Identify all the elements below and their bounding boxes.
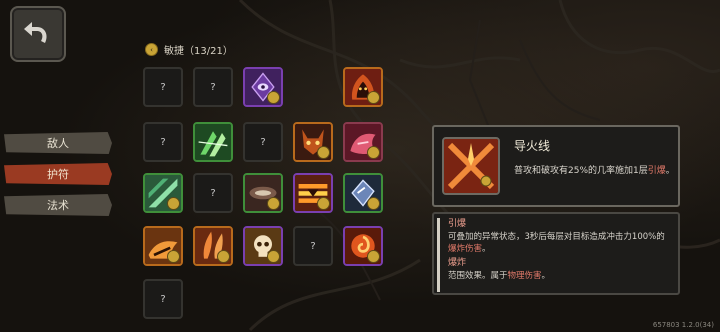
owned-badge-icon (217, 250, 230, 263)
tab-spells[interactable]: 法术 (4, 194, 112, 216)
unknown-mark: ? (210, 187, 216, 199)
charm-slot-feather[interactable] (193, 226, 233, 266)
charm-slot-red-beast[interactable] (343, 122, 383, 162)
owned-badge-icon (267, 197, 280, 210)
note-line: 可叠加的异常状态，3秒后每层对目标造成冲击力100%的 (448, 232, 665, 242)
charm-slot-unknown[interactable]: ? (243, 122, 283, 162)
keyword-notes-card: 引爆 可叠加的异常状态，3秒后每层对目标造成冲击力100%的 爆炸伤害。 爆炸 … (432, 212, 680, 295)
unknown-mark: ? (160, 81, 166, 93)
agility-icon: ‹ (145, 43, 158, 56)
charm-slot-unknown[interactable]: ? (143, 122, 183, 162)
charm-slot-purple-eye[interactable] (243, 67, 283, 107)
charm-slot-shield[interactable] (343, 173, 383, 213)
unknown-mark: ? (160, 136, 166, 148)
owned-badge-icon (167, 250, 180, 263)
tab-amulets-label: 护符 (47, 168, 69, 181)
charm-description: 普攻和破攻有25%的几率施加1层引爆。 (514, 163, 675, 176)
note-end: 。 (541, 271, 551, 281)
category-label: 敏捷（13/21） (164, 46, 233, 57)
unknown-mark: ? (210, 81, 216, 93)
note-term-detonate: 引爆 (448, 219, 467, 229)
tab-spells-label: 法术 (47, 199, 69, 212)
charm-slot-fire-demon[interactable] (343, 67, 383, 107)
owned-badge-icon (317, 197, 330, 210)
note-prefix: 范围效果。属于 (448, 271, 508, 281)
note-keyword: 物理伤害 (507, 271, 542, 281)
charm-slot-flame-stripe[interactable] (293, 173, 333, 213)
back-button[interactable] (10, 6, 66, 62)
charm-slot-unknown[interactable]: ? (293, 226, 333, 266)
owned-badge-icon (267, 250, 280, 263)
note-end: 。 (482, 244, 491, 254)
owned-badge-icon (317, 146, 330, 159)
owned-badge-icon (367, 146, 380, 159)
charm-slot-horned-mask[interactable] (293, 122, 333, 162)
owned-badge-icon (267, 91, 280, 104)
tab-enemies[interactable]: 敌人 (4, 132, 112, 154)
owned-badge-icon (367, 197, 380, 210)
charm-slot-blade[interactable] (243, 173, 283, 213)
charm-slot-green-slash[interactable] (143, 173, 183, 213)
tab-amulets[interactable]: 护符 (4, 163, 112, 185)
charm-slot-green-claw[interactable] (193, 122, 233, 162)
note-line: 爆炸伤害。 (448, 243, 670, 255)
owned-badge-icon (367, 91, 380, 104)
charm-slot-unknown[interactable]: ? (193, 173, 233, 213)
charm-title: 导火线 (514, 139, 551, 153)
desc-suffix: 。 (665, 166, 675, 176)
note-keyword: 爆炸伤害 (448, 244, 483, 254)
charm-slot-orange-beast[interactable] (143, 226, 183, 266)
green-claw-charm-icon (195, 124, 231, 160)
desc-keyword: 引爆 (647, 166, 666, 176)
charm-detail-card: 导火线 普攻和破攻有25%的几率施加1层引爆。 (432, 125, 680, 207)
fuse-charm-icon (442, 137, 500, 195)
unknown-mark: ? (310, 240, 316, 252)
note-line: 范围效果。属于物理伤害。 (448, 270, 670, 282)
note-term-explosion: 爆炸 (448, 258, 467, 268)
charm-slot-skull[interactable] (243, 226, 283, 266)
unknown-mark: ? (260, 136, 266, 148)
owned-badge-icon (367, 250, 380, 263)
unknown-mark: ? (160, 293, 166, 305)
owned-badge-icon (167, 197, 180, 210)
charm-slot-unknown[interactable]: ? (193, 67, 233, 107)
charm-slot-fire-swirl[interactable] (343, 226, 383, 266)
charm-slot-unknown[interactable]: ? (143, 67, 183, 107)
category-header: ‹ 敏捷（13/21） (145, 42, 233, 57)
tab-enemies-label: 敌人 (47, 137, 69, 150)
desc-prefix: 普攻和破攻有25%的几率施加1层 (514, 166, 648, 176)
charm-slot-unknown[interactable]: ? (143, 279, 183, 319)
back-arrow-icon (24, 22, 47, 43)
version-label: 657803 1.2.0(34) (652, 321, 714, 329)
